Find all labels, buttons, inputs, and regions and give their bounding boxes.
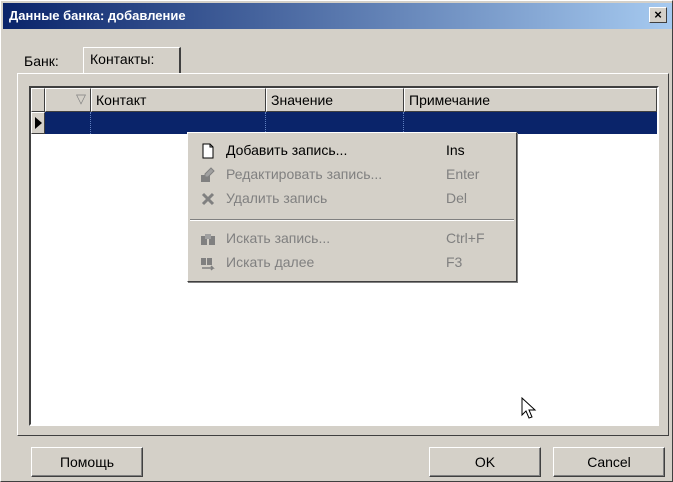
menu-item-label: Удалить запись: [226, 190, 328, 206]
row-indicator: [31, 112, 45, 134]
header-indicator-cell: [31, 88, 45, 112]
menu-item-shortcut: Del: [446, 190, 468, 206]
column-header-value[interactable]: Значение: [266, 88, 404, 112]
edit-icon: [201, 167, 215, 182]
help-button[interactable]: Помощь: [31, 447, 143, 477]
title-bar[interactable]: Данные банка: добавление ×: [3, 3, 672, 29]
header-sort-cell[interactable]: ▽: [45, 88, 91, 112]
binoculars-icon: [201, 234, 215, 245]
close-icon: ×: [654, 7, 662, 22]
context-menu: Добавить запись... Ins Редактировать зап…: [187, 132, 517, 282]
sort-arrow-icon: ▽: [76, 91, 86, 106]
menu-item-delete[interactable]: Удалить запись Del: [190, 187, 514, 211]
cancel-button[interactable]: Cancel: [553, 447, 665, 477]
row-cell-note[interactable]: [404, 112, 657, 134]
delete-icon: [201, 192, 215, 206]
grid-header: ▽ Контакт Значение Примечание: [31, 88, 657, 112]
menu-item-shortcut: Enter: [446, 166, 480, 182]
menu-item-label: Искать далее: [226, 254, 315, 270]
menu-item-shortcut: Ctrl+F: [446, 230, 485, 246]
mouse-pointer-icon: [521, 397, 537, 419]
menu-item-label: Редактировать запись...: [226, 166, 383, 182]
menu-item-shortcut: F3: [446, 254, 463, 270]
row-cell[interactable]: [45, 112, 91, 134]
menu-item-edit[interactable]: Редактировать запись... Enter: [190, 163, 514, 187]
window-title: Данные банка: добавление: [9, 8, 186, 23]
table-row[interactable]: [31, 112, 657, 134]
menu-item-find-next[interactable]: Искать далее F3: [190, 251, 514, 275]
new-document-icon: [202, 143, 214, 159]
menu-item-label: Добавить запись...: [226, 142, 348, 158]
menu-separator: [190, 219, 514, 221]
close-button[interactable]: ×: [649, 7, 667, 23]
row-cell-value[interactable]: [266, 112, 404, 134]
column-header-note[interactable]: Примечание: [404, 88, 657, 112]
dialog-window: Данные банка: добавление × Банк: Контакт…: [0, 0, 673, 482]
tab-bank[interactable]: Банк:: [17, 49, 81, 73]
row-cell-contact[interactable]: [91, 112, 266, 134]
ok-button[interactable]: OK: [429, 447, 541, 477]
menu-item-label: Искать запись...: [226, 230, 331, 246]
menu-item-find[interactable]: Искать запись... Ctrl+F: [190, 227, 514, 251]
find-next-icon: [201, 258, 215, 271]
tab-contacts[interactable]: Контакты:: [83, 47, 181, 73]
menu-item-shortcut: Ins: [446, 142, 465, 158]
current-row-arrow-icon: [35, 117, 42, 129]
menu-item-add[interactable]: Добавить запись... Ins: [190, 139, 514, 163]
column-header-contact[interactable]: Контакт: [91, 88, 266, 112]
